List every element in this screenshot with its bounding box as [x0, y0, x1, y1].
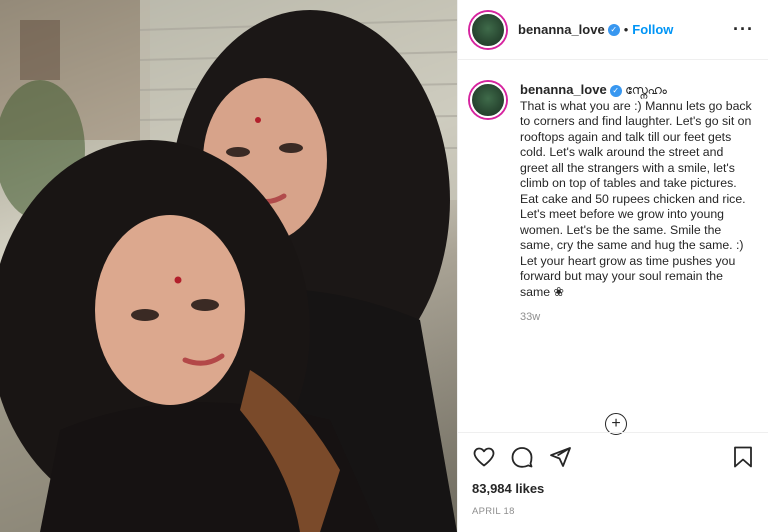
more-options-icon[interactable]: ···	[733, 19, 754, 40]
post-actions: 83,984 likes APRIL 18	[458, 432, 768, 517]
author-avatar[interactable]	[470, 11, 506, 48]
follow-button[interactable]: Follow	[632, 22, 673, 37]
heart-icon[interactable]	[472, 445, 496, 469]
caption-time-ago[interactable]: 33w	[520, 310, 754, 326]
caption: benanna_love ✓ സ്നേഹം That is what you ar…	[520, 82, 754, 326]
author-username[interactable]: benanna_love	[518, 22, 605, 37]
header-separator: •	[623, 22, 629, 37]
caption-avatar[interactable]	[470, 82, 506, 118]
post-photo[interactable]	[0, 0, 457, 532]
comment-icon[interactable]	[510, 445, 534, 469]
post-date[interactable]: APRIL 18	[472, 506, 755, 517]
post-side-panel: benanna_love ✓ • Follow ··· benanna_love…	[457, 0, 768, 532]
action-row	[472, 443, 755, 471]
post-photo-illustration	[0, 0, 457, 532]
caption-username[interactable]: benanna_love	[520, 82, 607, 97]
caption-title: സ്നേഹം	[625, 83, 667, 97]
verified-badge-icon: ✓	[607, 23, 620, 36]
verified-badge-icon: ✓	[609, 85, 622, 97]
like-count[interactable]: 83,984 likes	[472, 481, 755, 496]
caption-section: benanna_love ✓ സ്നേഹം That is what you ar…	[458, 60, 768, 326]
post-header: benanna_love ✓ • Follow ···	[458, 0, 768, 60]
caption-text: That is what you are :) Mannu lets go ba…	[520, 98, 752, 299]
bookmark-icon[interactable]	[731, 445, 755, 469]
share-icon[interactable]	[548, 445, 572, 469]
